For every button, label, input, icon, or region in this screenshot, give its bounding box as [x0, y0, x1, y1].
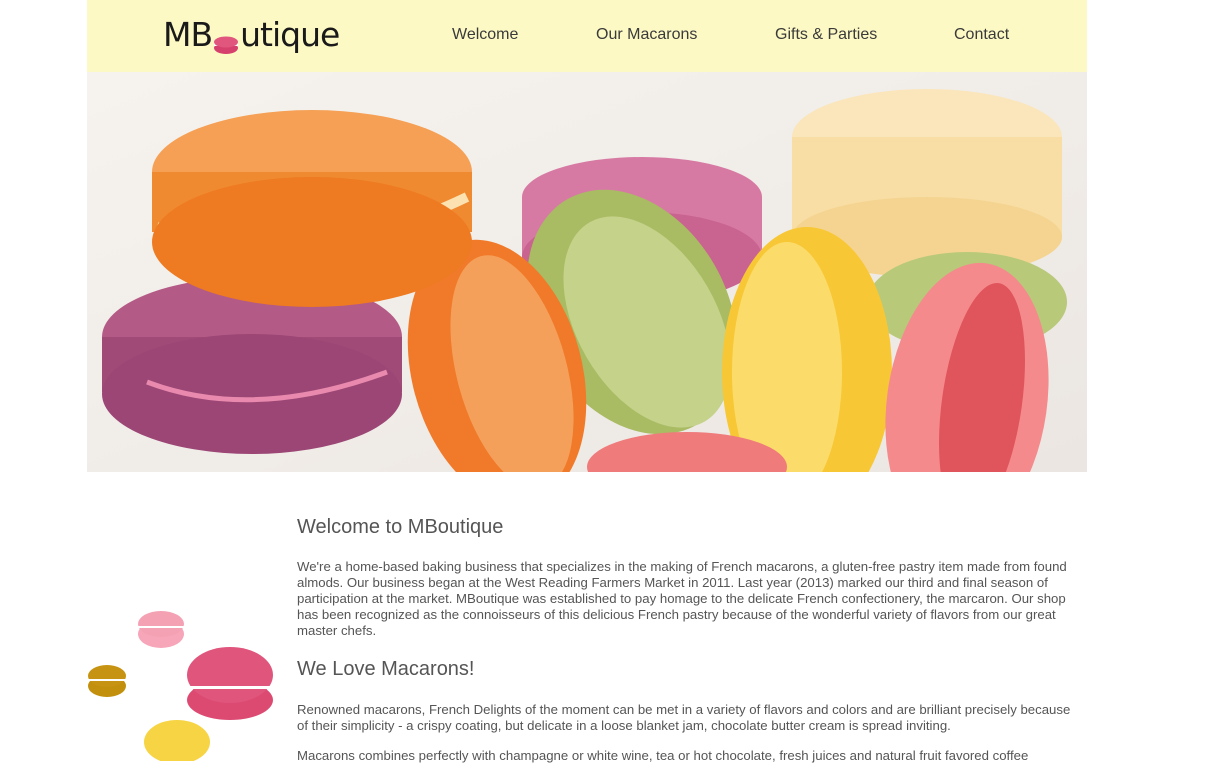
page: MB utique Welcome Our Macarons Gifts & P…: [87, 0, 1087, 764]
macaron-orange-large: [152, 110, 472, 307]
welcome-text: We're a home-based baking business that …: [297, 559, 1067, 638]
hero-macarons-image: [87, 72, 1087, 472]
welcome-heading: Welcome to MBoutique: [297, 516, 504, 538]
site-header: MB utique Welcome Our Macarons Gifts & P…: [87, 0, 1087, 72]
deco-pink-small: [138, 611, 184, 648]
main-nav: Welcome Our Macarons Gifts & Parties Con…: [87, 0, 1087, 72]
deco-gold-small: [88, 665, 126, 697]
nav-gifts-parties[interactable]: Gifts & Parties: [775, 26, 877, 44]
nav-welcome[interactable]: Welcome: [452, 26, 518, 44]
love-text-1: Renowned macarons, French Delights of th…: [297, 702, 1071, 733]
nav-our-macarons[interactable]: Our Macarons: [596, 26, 697, 44]
deco-yellow: [144, 720, 210, 764]
nav-contact[interactable]: Contact: [954, 26, 1009, 44]
deco-pink-large: [187, 647, 273, 720]
love-text-2: Macarons combines perfectly with champag…: [297, 748, 1029, 763]
love-heading: We Love Macarons!: [297, 658, 475, 680]
decorative-macarons: [87, 600, 287, 764]
